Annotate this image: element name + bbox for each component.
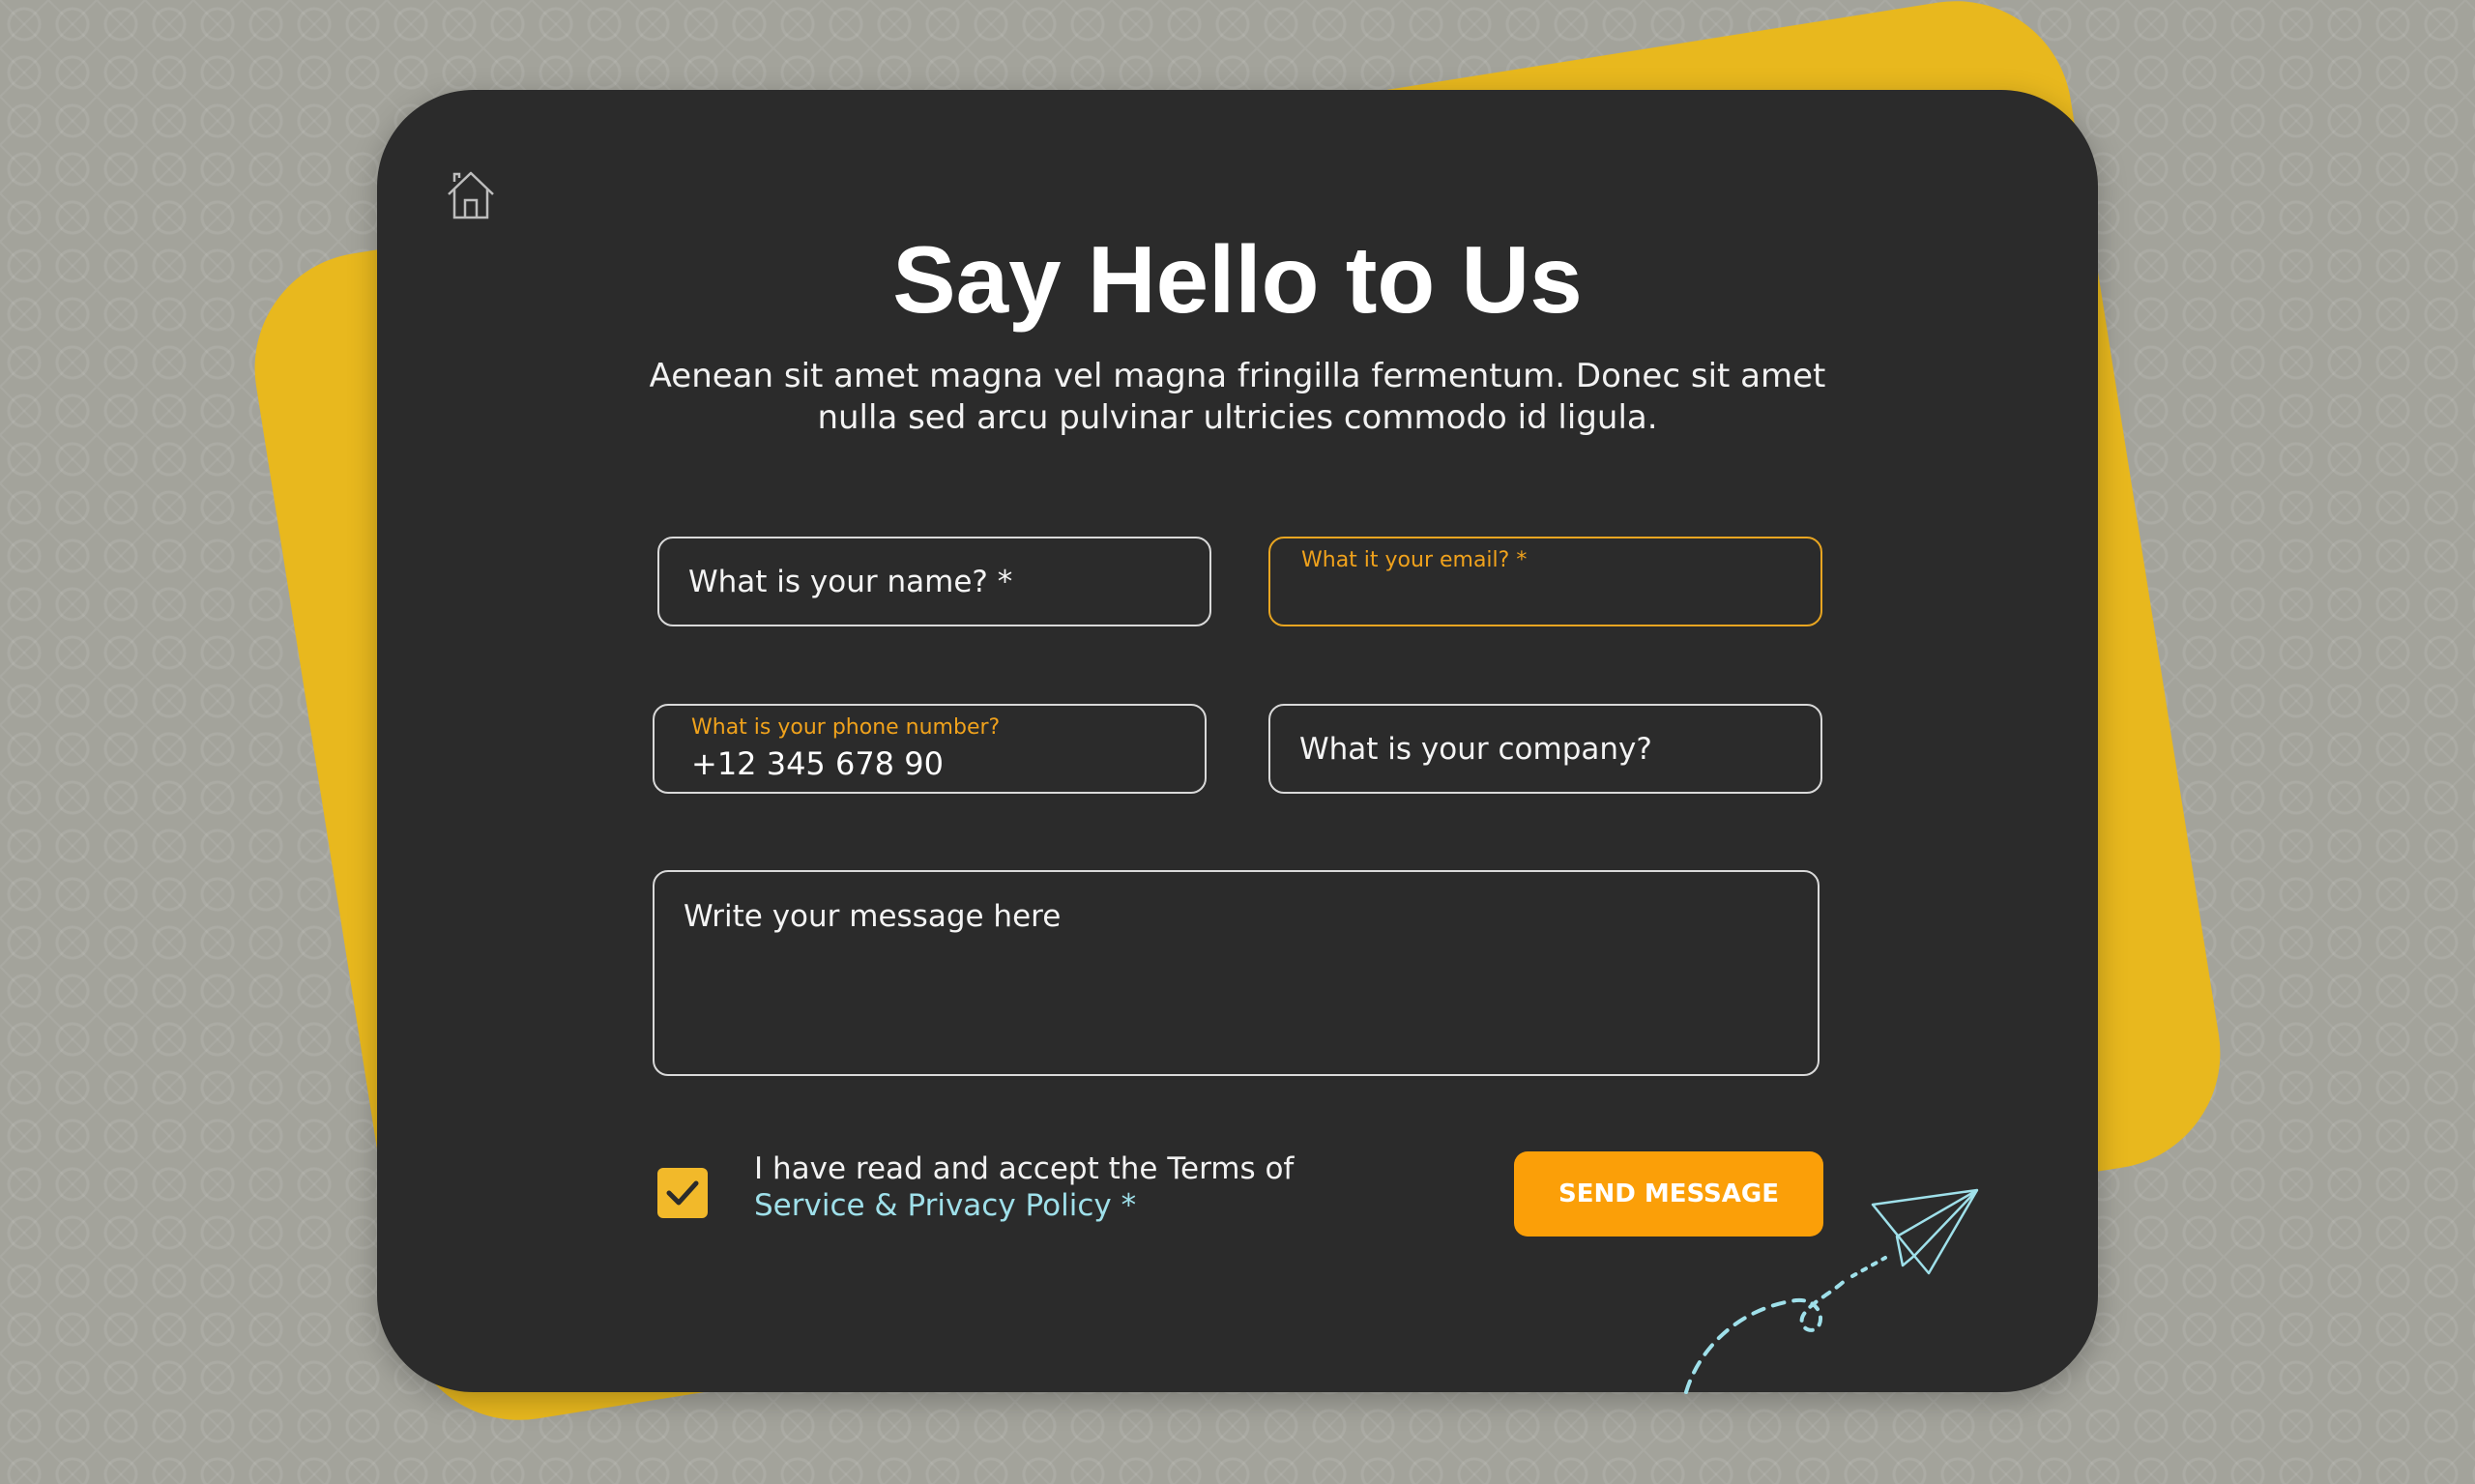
- terms-checkbox[interactable]: [657, 1168, 708, 1218]
- email-label: What it your email? *: [1301, 548, 1528, 572]
- subtitle-line-1: Aenean sit amet magna vel magna fringill…: [649, 357, 1826, 395]
- subtitle-line-2: nulla sed arcu pulvinar ultricies commod…: [817, 398, 1658, 437]
- message-placeholder: Write your message here: [684, 899, 1062, 934]
- email-field[interactable]: What it your email? *: [1268, 537, 1822, 626]
- paper-plane-icon: [1684, 1188, 1979, 1394]
- message-textarea[interactable]: Write your message here: [653, 870, 1820, 1076]
- name-field[interactable]: What is your name? *: [657, 537, 1211, 626]
- terms-link[interactable]: Service & Privacy Policy *: [754, 1188, 1136, 1223]
- name-placeholder: What is your name? *: [688, 564, 1013, 599]
- terms-label: I have read and accept the Terms of: [754, 1151, 1295, 1186]
- home-icon[interactable]: [443, 167, 499, 223]
- terms-text: I have read and accept the Terms of Serv…: [754, 1150, 1294, 1224]
- page-title: Say Hello to Us: [892, 226, 1583, 333]
- phone-label: What is your phone number?: [691, 715, 1001, 740]
- contact-card: Say Hello to Us Aenean sit amet magna ve…: [377, 90, 2098, 1394]
- company-field[interactable]: What is your company?: [1268, 704, 1822, 794]
- phone-field[interactable]: What is your phone number? +12 345 678 9…: [653, 704, 1207, 794]
- company-placeholder: What is your company?: [1299, 731, 1652, 767]
- phone-value: +12 345 678 90: [691, 745, 944, 782]
- check-icon: [666, 1180, 699, 1206]
- page-subtitle: Aenean sit amet magna vel magna fringill…: [638, 356, 1837, 439]
